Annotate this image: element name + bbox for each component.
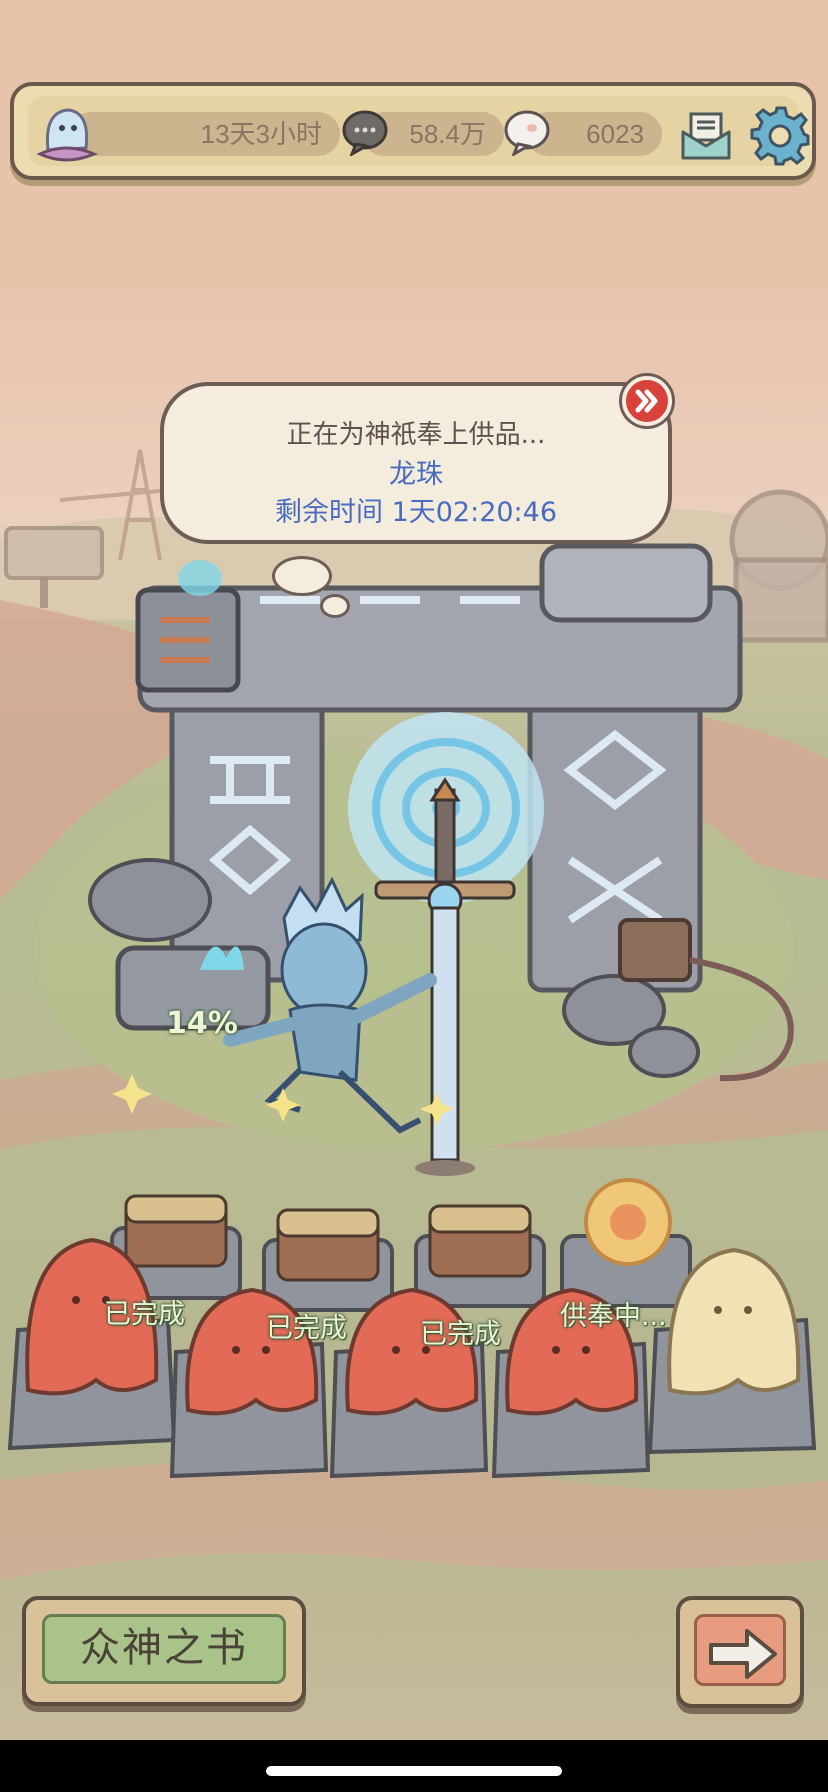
top-hud: 13天3小时 58.4万 6023 (10, 82, 816, 180)
bubble-tail-small (320, 594, 350, 618)
altar-progress: 14% (166, 1006, 238, 1041)
next-button-face (694, 1614, 786, 1686)
offering-slot-2[interactable] (256, 1170, 406, 1320)
offering-slot-1[interactable] (100, 1160, 250, 1310)
game-scene: 14% 已完成 已完成 已完成 供奉中... 正在为神祇奉上供品... 龙珠 剩… (0, 0, 828, 1740)
offering-slot-4[interactable] (556, 1170, 706, 1320)
chat-bubble-icon (342, 110, 388, 156)
home-indicator[interactable] (266, 1766, 562, 1776)
next-button[interactable] (676, 1596, 804, 1708)
offering-status-bubble: 正在为神祇奉上供品... 龙珠 剩余时间 1天02:20:46 (160, 382, 672, 544)
offering-slot-3[interactable] (410, 1170, 560, 1320)
bubble-tail (272, 556, 332, 596)
background-scenery (0, 449, 828, 1580)
offering-item-name: 龙珠 (389, 459, 443, 490)
ghost-avatar-icon[interactable] (36, 102, 98, 166)
arrow-right-icon (709, 1629, 777, 1679)
book-of-gods-button[interactable]: 众神之书 (22, 1596, 306, 1706)
timer-display: 13天3小时 (70, 112, 340, 156)
fast-forward-icon (635, 389, 658, 413)
remaining-time: 剩余时间 1天02:20:46 (274, 497, 558, 528)
chat-bubble-white-icon (504, 110, 550, 156)
offering-status-text: 正在为神祇奉上供品... (286, 420, 546, 450)
mail-icon[interactable] (679, 110, 733, 162)
book-of-gods-label: 众神之书 (42, 1614, 286, 1684)
fast-forward-button[interactable] (622, 376, 672, 426)
gear-icon[interactable] (750, 104, 812, 166)
